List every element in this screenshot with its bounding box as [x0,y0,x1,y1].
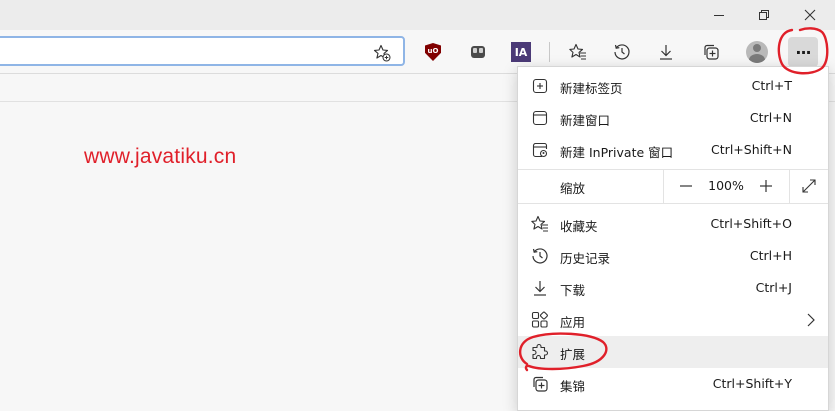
downloads-button[interactable] [651,37,681,67]
more-dots-icon: ··· [795,42,811,62]
ublock-icon: uO [425,43,441,61]
history-icon [614,44,630,60]
chevron-right-icon [806,313,816,330]
menu-item-shortcut: Ctrl+H [749,248,792,263]
menu-divider [518,203,828,204]
ia-extension-button[interactable]: IA [506,37,536,67]
menu-item-label: 下载 [560,283,586,298]
apps-icon [531,311,549,329]
menu-item-collections[interactable]: 集锦 Ctrl+Shift+Y [518,368,828,400]
watermark-text: www.javatiku.cn [84,145,237,168]
extension-button[interactable] [463,37,493,67]
ia-icon: IA [511,42,531,62]
add-favorite-button[interactable] [372,43,392,63]
extension-gray-icon [471,46,485,58]
new-tab-icon [531,77,549,95]
menu-item-label: 集锦 [560,379,586,394]
zoom-divider [663,169,664,203]
inprivate-icon [531,141,549,159]
collections-icon [704,44,719,60]
fullscreen-button[interactable] [799,176,819,196]
extensions-icon [531,343,549,361]
menu-item-label: 收藏夹 [560,219,598,234]
menu-item-shortcut: Ctrl+J [755,280,792,295]
collections-icon [531,375,549,393]
menu-item-shortcut: Ctrl+Shift+N [711,142,792,157]
zoom-label: 缩放 [560,181,586,196]
avatar [746,41,768,63]
menu-item-history[interactable]: 历史记录 Ctrl+H [518,240,828,272]
restore-button[interactable] [741,0,787,30]
history-button[interactable] [607,37,637,67]
close-icon [804,9,816,21]
menu-item-shortcut: Ctrl+T [751,78,792,93]
favorites-star-icon [569,43,586,60]
menu-item-label: 新建标签页 [560,81,623,96]
fullscreen-icon [802,179,816,193]
minimize-icon [714,15,724,16]
menu-item-label: 新建窗口 [560,113,611,128]
menu-item-label: 应用 [560,315,586,330]
favorites-button[interactable] [563,37,593,67]
ublock-extension-button[interactable]: uO [418,37,448,67]
zoom-out-button[interactable] [675,175,697,197]
plus-icon [760,180,772,192]
menu-item-new-window[interactable]: 新建窗口 Ctrl+N [518,102,828,134]
toolbar-divider [549,42,550,62]
menu-item-favorites[interactable]: 收藏夹 Ctrl+Shift+O [518,208,828,240]
profile-button[interactable] [742,37,772,67]
zoom-row: 缩放 100% [518,169,828,203]
menu-item-label: 历史记录 [560,251,611,266]
history-icon [531,247,549,265]
zoom-divider [789,169,790,203]
close-button[interactable] [787,0,833,30]
download-icon [660,45,672,60]
title-bar [0,0,835,30]
star-add-icon [373,44,391,62]
minimize-button[interactable] [696,0,742,30]
zoom-in-button[interactable] [755,175,777,197]
menu-item-new-inprivate[interactable]: 新建 InPrivate 窗口 Ctrl+Shift+N [518,134,828,166]
menu-item-label: 新建 InPrivate 窗口 [560,145,674,160]
minus-icon [680,185,692,187]
new-window-icon [531,109,549,127]
menu-item-downloads[interactable]: 下载 Ctrl+J [518,272,828,304]
menu-item-shortcut: Ctrl+N [749,110,792,125]
collections-button[interactable] [696,37,726,67]
favorites-icon [531,215,549,233]
zoom-value: 100% [708,178,744,193]
menu-item-shortcut: Ctrl+Shift+Y [712,376,792,391]
menu-item-apps[interactable]: 应用 [518,304,828,336]
address-bar[interactable] [0,36,405,66]
restore-icon [759,10,769,20]
menu-item-extensions[interactable]: 扩展 [518,336,828,368]
settings-and-more-button[interactable]: ··· [788,37,818,67]
menu-item-shortcut: Ctrl+Shift+O [710,216,792,231]
download-icon [531,279,549,297]
menu-item-new-tab[interactable]: 新建标签页 Ctrl+T [518,70,828,102]
menu-item-label: 扩展 [560,347,586,362]
settings-menu: 新建标签页 Ctrl+T 新建窗口 Ctrl+N 新建 InPrivate 窗口… [517,66,829,411]
